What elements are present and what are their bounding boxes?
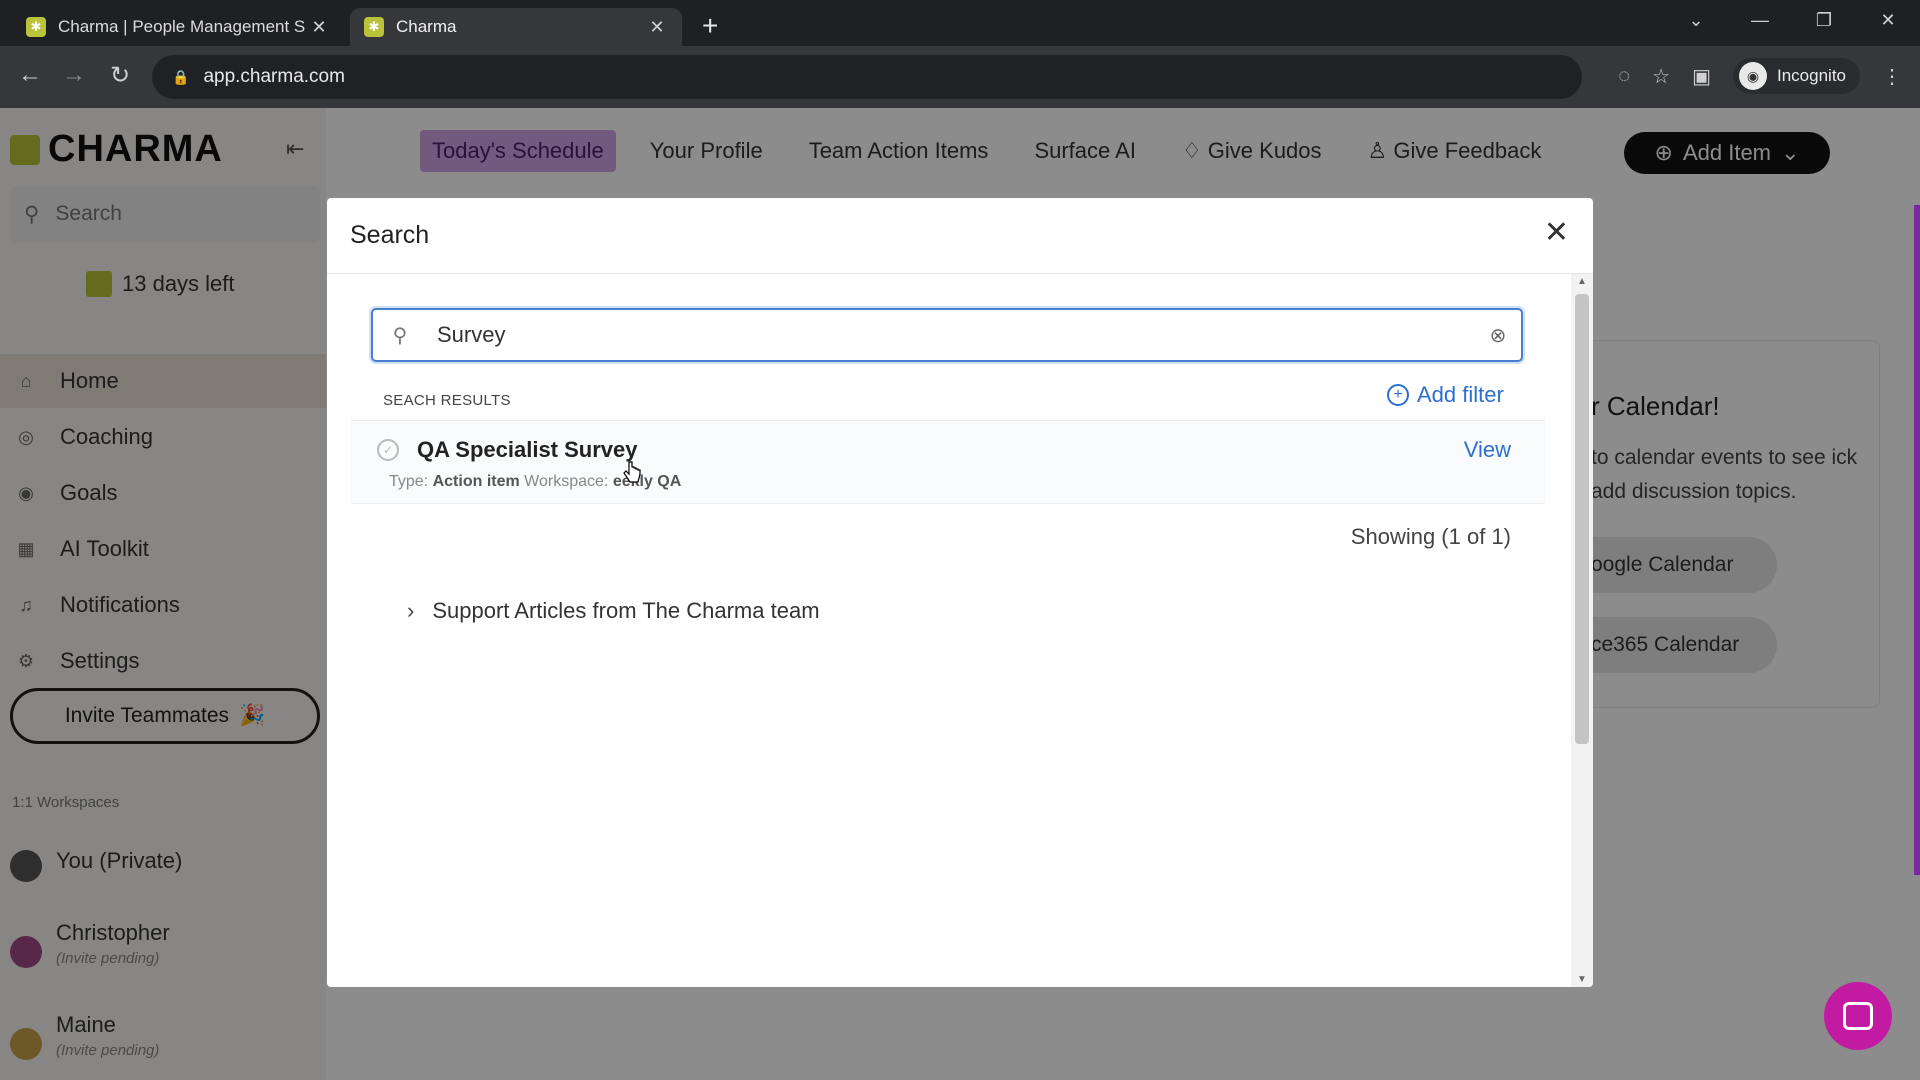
search-modal: Search ✕ ⚲ ⊗ SEACH RESULTS + Add filter … [327,198,1593,987]
tab-search-icon[interactable]: ⌄ [1664,10,1728,31]
result-title[interactable]: QA Specialist Survey [417,437,638,463]
back-icon[interactable]: ← [14,61,46,89]
support-articles-toggle[interactable]: › Support Articles from The Charma team [407,598,820,624]
side-panel-icon[interactable]: ▣ [1692,64,1711,89]
incognito-icon: ◉ [1739,62,1767,90]
search-field[interactable]: ⚲ ⊗ [371,308,1523,362]
window-close-icon[interactable]: ✕ [1856,10,1920,31]
plus-circle-icon: + [1387,384,1409,406]
modal-header: Search ✕ [327,198,1593,274]
profile-label: Incognito [1777,66,1846,85]
bookmark-star-icon[interactable]: ☆ [1652,64,1670,89]
forward-icon[interactable]: → [58,61,90,89]
workspace-label: Workspace: [524,473,609,490]
profile-button[interactable]: ◉ Incognito [1733,58,1860,94]
scroll-up-icon[interactable]: ▲ [1571,276,1593,287]
charma-favicon-icon: ✱ [26,17,46,37]
tab-close-icon[interactable]: ✕ [308,17,330,38]
hand-cursor-icon [623,461,641,483]
add-filter-label: Add filter [1417,382,1504,407]
chat-launcher-button[interactable] [1824,982,1892,1050]
page-scrollbar[interactable] [1914,205,1920,875]
close-icon[interactable]: ✕ [1544,218,1569,248]
toolbar-right: ◌ ☆ ▣ ◉ Incognito ⋮ [1618,58,1902,94]
lock-icon: 🔒 [172,68,190,85]
chat-icon [1843,1002,1873,1030]
browser-tab-1[interactable]: ✱ Charma | People Management S ✕ [12,8,344,46]
check-circle-icon[interactable]: ✓ [377,439,399,461]
browser-tab-bar: ✱ Charma | People Management S ✕ ✱ Charm… [0,0,1920,46]
window-controls: ⌄ — ❐ ✕ [1664,0,1920,40]
type-value: Action item [432,473,520,490]
chevron-right-icon: › [407,598,415,623]
browser-tab-2[interactable]: ✱ Charma ✕ [350,8,682,46]
new-tab-icon[interactable]: + [702,10,718,42]
modal-title: Search [350,221,430,249]
address-bar: ← → ↻ 🔒 app.charma.com ◌ ☆ ▣ ◉ Incognito… [0,46,1920,108]
search-input[interactable] [427,322,1475,348]
minimize-icon[interactable]: — [1728,10,1792,31]
scroll-down-icon[interactable]: ▼ [1571,974,1593,985]
clear-search-icon[interactable]: ⊗ [1475,323,1521,348]
results-label: SEACH RESULTS [383,392,511,409]
charma-favicon-icon: ✱ [364,17,384,37]
url-field[interactable]: 🔒 app.charma.com [152,55,1582,99]
url-text: app.charma.com [203,66,345,87]
eye-off-icon[interactable]: ◌ [1618,65,1630,88]
tab-label: Charma | People Management S [58,17,306,36]
reload-icon[interactable]: ↻ [104,61,136,90]
support-articles-label: Support Articles from The Charma team [432,598,820,623]
search-result-row[interactable]: ✓ QA Specialist Survey Type: Action item… [351,420,1545,504]
view-link[interactable]: View [1464,437,1511,463]
modal-scrollbar[interactable]: ▲ ▼ [1571,274,1593,987]
add-filter-button[interactable]: + Add filter [1387,382,1504,408]
tab-close-icon[interactable]: ✕ [646,17,668,38]
menu-kebab-icon[interactable]: ⋮ [1882,64,1902,89]
scroll-thumb[interactable] [1575,294,1589,744]
type-label: Type: [389,473,429,490]
results-count: Showing (1 of 1) [1350,524,1511,549]
tab-label: Charma [396,17,457,36]
search-icon: ⚲ [392,324,408,347]
restore-icon[interactable]: ❐ [1792,10,1856,31]
